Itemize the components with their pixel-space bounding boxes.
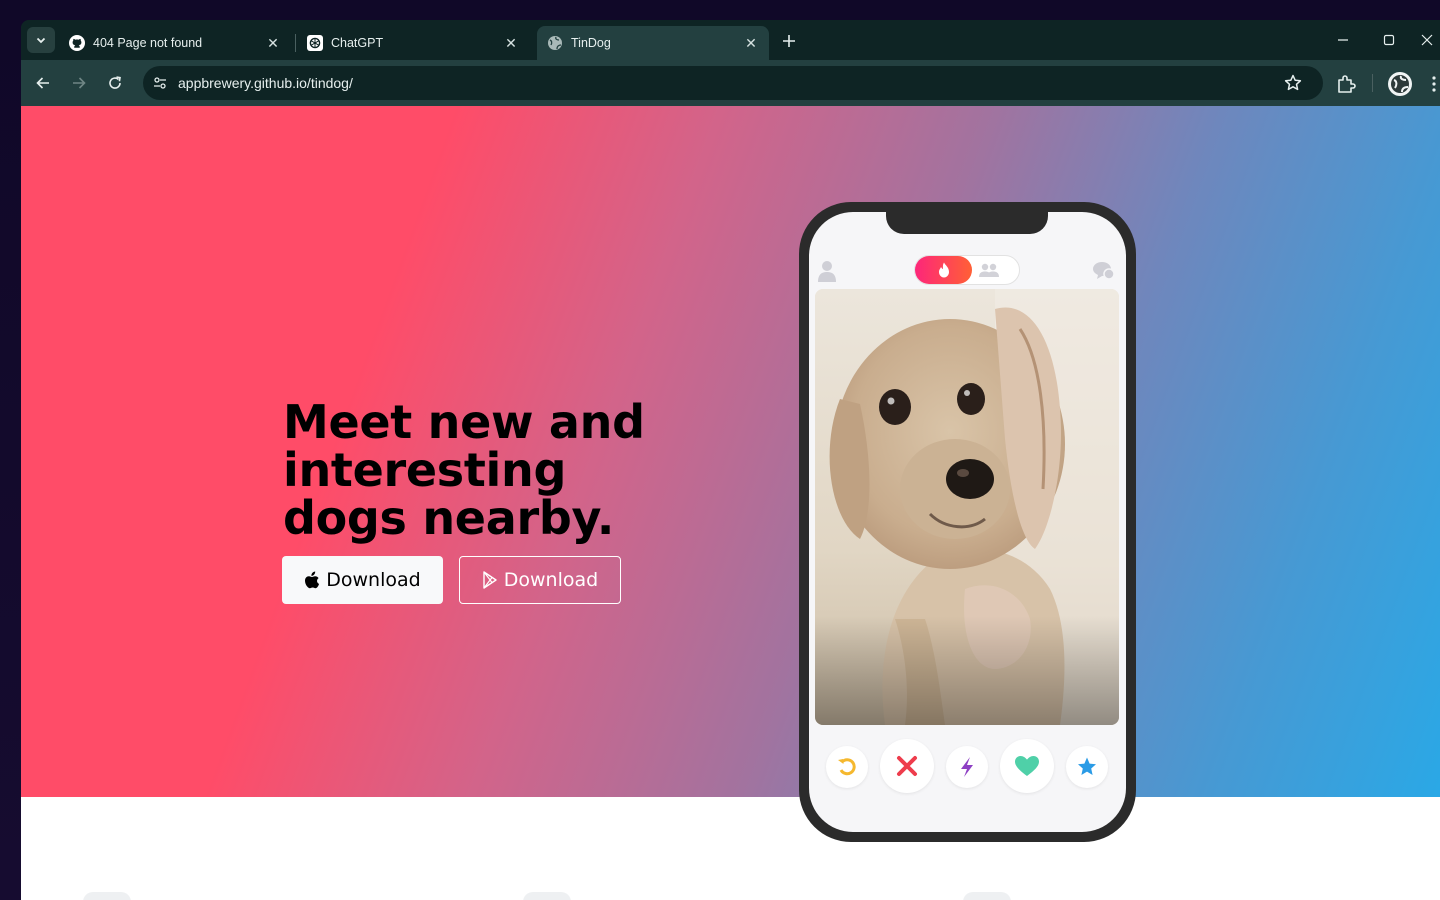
minimize-button[interactable] <box>1320 26 1366 54</box>
feature-icon-box <box>963 892 1011 900</box>
tab-title: ChatGPT <box>331 36 384 50</box>
nope-icon <box>897 756 917 776</box>
boost-icon <box>961 757 973 777</box>
hero-headline: Meet new and interesting dogs nearby. <box>283 395 645 545</box>
boost-button[interactable] <box>946 746 988 788</box>
chevron-down-icon <box>36 37 46 44</box>
feature-icon-box <box>523 892 571 900</box>
globe-icon <box>547 35 563 51</box>
plus-icon <box>783 35 795 47</box>
arrow-left-icon <box>36 77 49 89</box>
chatgpt-icon <box>307 35 323 51</box>
dog-photo-card <box>815 289 1119 725</box>
site-info-button[interactable] <box>148 71 172 95</box>
phone-screen <box>809 212 1126 832</box>
download-button-label: Download <box>503 569 599 591</box>
close-icon <box>1421 34 1433 46</box>
web-page: Meet new and interesting dogs nearby. Do… <box>21 106 1440 900</box>
tab-chatgpt[interactable]: ChatGPT ✕ <box>297 26 529 60</box>
rewind-button[interactable] <box>826 746 868 788</box>
close-tab-icon[interactable]: ✕ <box>743 35 759 51</box>
browser-window: 404 Page not found ✕ ChatGPT ✕ TinDog ✕ <box>21 20 1440 900</box>
super-like-button[interactable] <box>1066 746 1108 788</box>
minimize-icon <box>1338 39 1348 41</box>
browser-toolbar: appbrewery.github.io/tindog/ <box>21 60 1440 106</box>
forward-button[interactable] <box>65 69 93 97</box>
tab-search-button[interactable] <box>27 27 55 53</box>
super-like-icon <box>1078 757 1096 775</box>
tab-separator <box>295 34 296 52</box>
back-button[interactable] <box>29 69 57 97</box>
chat-bubbles-icon <box>1093 262 1115 280</box>
swipe-actions-bar <box>809 738 1126 794</box>
maximize-button[interactable] <box>1366 26 1412 54</box>
like-icon <box>1015 756 1039 776</box>
maximize-icon <box>1383 34 1395 46</box>
mode-toggle <box>914 255 1020 285</box>
profile-avatar[interactable] <box>1388 72 1412 96</box>
tab-tindog[interactable]: TinDog ✕ <box>537 26 769 60</box>
download-button-label: Download <box>326 569 421 591</box>
bookmark-star-icon[interactable] <box>1283 73 1303 93</box>
tab-strip: 404 Page not found ✕ ChatGPT ✕ TinDog ✕ <box>21 20 1440 60</box>
url-text: appbrewery.github.io/tindog/ <box>178 75 353 91</box>
address-bar[interactable]: appbrewery.github.io/tindog/ <box>143 66 1323 100</box>
github-icon <box>69 35 85 51</box>
google-play-icon <box>483 571 497 589</box>
phone-notch <box>886 212 1048 234</box>
more-menu-icon[interactable] <box>1431 74 1437 94</box>
google-play-download-button[interactable]: Download <box>459 556 621 604</box>
hero-section: Meet new and interesting dogs nearby. Do… <box>21 106 1440 842</box>
close-window-button[interactable] <box>1412 26 1440 54</box>
tab-title: 404 Page not found <box>93 36 203 50</box>
extensions-icon[interactable] <box>1335 73 1357 95</box>
tune-icon <box>154 77 166 89</box>
tab-github-404[interactable]: 404 Page not found ✕ <box>59 26 291 60</box>
like-button[interactable] <box>1000 739 1054 793</box>
phone-mockup <box>799 202 1136 842</box>
feature-icon-box <box>83 892 131 900</box>
arrow-right-icon <box>73 77 86 89</box>
group-icon <box>979 263 999 277</box>
reload-button[interactable] <box>101 69 129 97</box>
close-tab-icon[interactable]: ✕ <box>265 35 281 51</box>
new-tab-button[interactable] <box>777 29 801 53</box>
app-header <box>809 252 1126 286</box>
reload-icon <box>109 76 121 89</box>
nope-button[interactable] <box>880 739 934 793</box>
dog-photo <box>815 289 1119 725</box>
close-tab-icon[interactable]: ✕ <box>503 35 519 51</box>
apple-icon <box>305 571 320 589</box>
tab-title: TinDog <box>571 36 611 50</box>
user-profile-icon <box>818 261 836 282</box>
app-store-download-button[interactable]: Download <box>282 556 443 604</box>
flame-toggle-on <box>915 256 972 284</box>
toolbar-separator <box>1372 74 1373 92</box>
rewind-icon <box>838 758 856 776</box>
flame-icon <box>938 262 949 278</box>
globe-avatar-icon <box>1391 75 1409 93</box>
